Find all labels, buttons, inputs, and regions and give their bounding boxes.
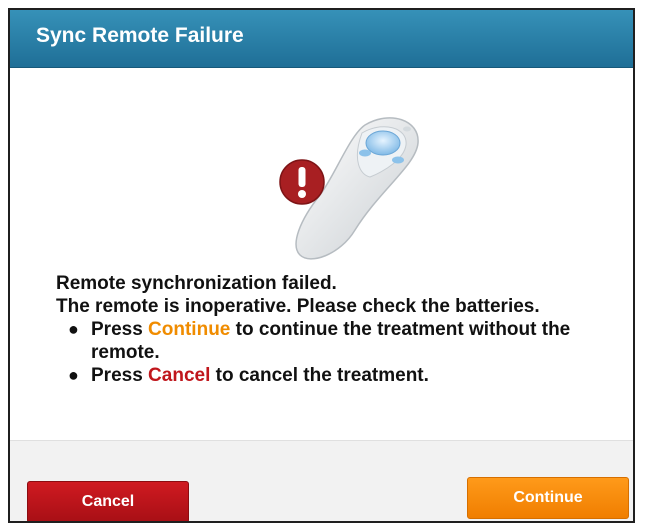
message-line-2: The remote is inoperative. Please check … [56,296,540,317]
message-body: Remote synchronization failed. The remot… [56,272,616,387]
continue-button[interactable]: Continue [467,477,629,519]
instruction-suffix: to cancel the treatment. [210,365,429,386]
instruction-prefix: Press [91,319,149,340]
bullet-icon: ● [68,319,79,339]
instruction-prefix: Press [91,365,149,386]
instruction-list: ● Press Continue to continue the treatme… [56,318,616,387]
dialog-title: Sync Remote Failure [36,24,244,47]
dialog-title-bar: Sync Remote Failure [10,10,633,68]
continue-keyword: Continue [148,319,231,340]
cancel-keyword: Cancel [148,365,211,386]
exclamation-alert-icon [279,159,325,205]
dialog-footer: Cancel Continue [10,440,633,521]
cancel-button[interactable]: Cancel [27,481,189,521]
instruction-cancel: ● Press Cancel to cancel the treatment. [58,364,616,387]
sync-remote-failure-dialog: Sync Remote Failure Remote synchronizati… [8,8,635,523]
bullet-icon: ● [68,365,79,385]
message-line-1: Remote synchronization failed. [56,273,337,294]
instruction-continue: ● Press Continue to continue the treatme… [58,318,616,364]
